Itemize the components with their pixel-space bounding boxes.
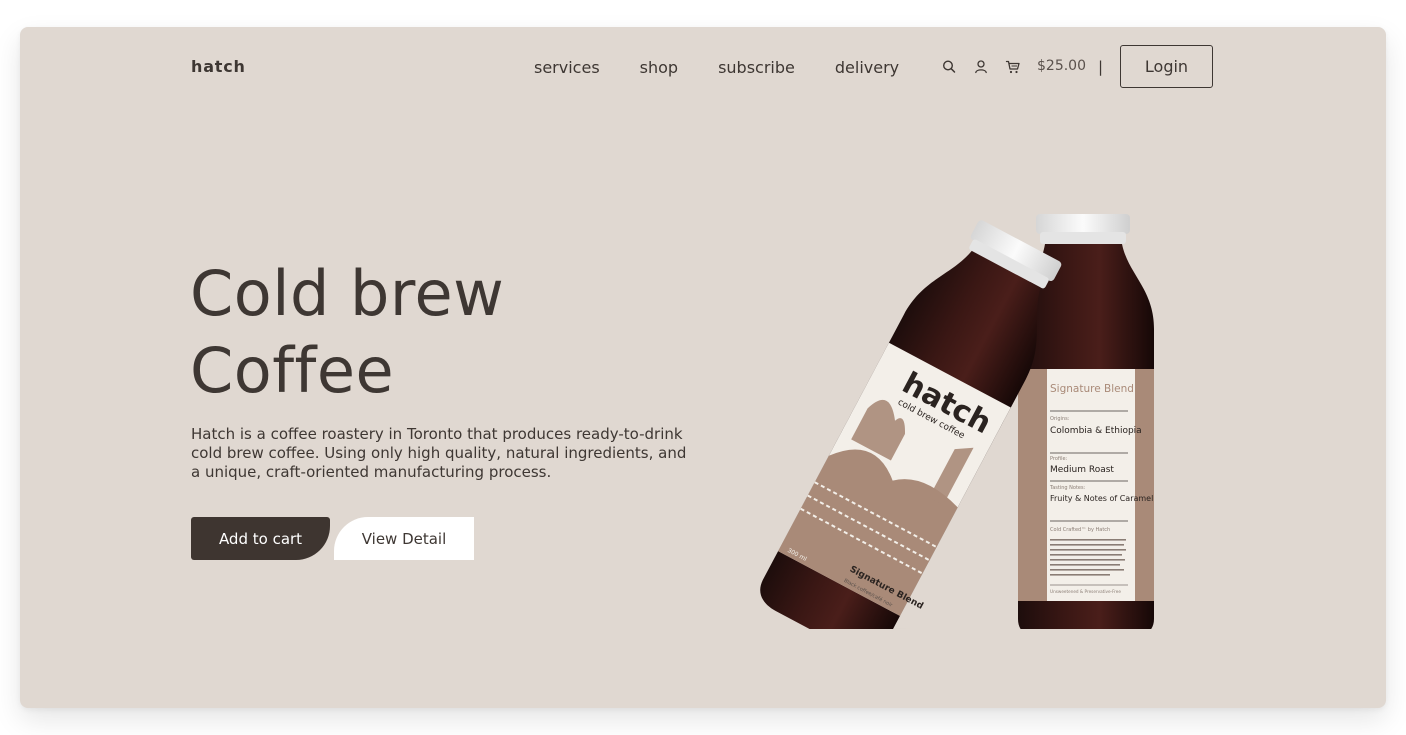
hero-description: Hatch is a coffee roastery in Toronto th… (191, 425, 687, 481)
right-profile-label: Profile: (1050, 456, 1068, 462)
hero-title-line1: Cold brew (190, 257, 505, 330)
right-origins-label: Origins: (1050, 416, 1070, 422)
right-footer-note: Unsweetened & Preservative-Free (1050, 589, 1121, 594)
main-nav: services shop subscribe delivery (534, 58, 899, 77)
right-origins: Colombia & Ethiopia (1050, 426, 1142, 436)
add-to-cart-button[interactable]: Add to cart (191, 517, 330, 560)
brand-logo[interactable]: hatch (191, 57, 246, 76)
header-separator: | (1098, 58, 1104, 76)
view-detail-button[interactable]: View Detail (334, 517, 474, 560)
hero-title: Cold brew Coffee (190, 255, 504, 409)
cart-icon[interactable] (1005, 59, 1021, 75)
product-image: Signature Blend Origins: Colombia & Ethi… (760, 214, 1154, 629)
hero-title-line2: Coffee (190, 334, 395, 407)
right-blend-label: Signature Blend (1050, 383, 1134, 395)
nav-link-delivery[interactable]: delivery (835, 58, 899, 77)
nav-link-subscribe[interactable]: subscribe (718, 58, 795, 77)
hero-card: hatch services shop subscribe delivery $… (20, 27, 1386, 708)
login-button[interactable]: Login (1120, 45, 1213, 88)
right-crafted: Cold Crafted™ by Hatch (1050, 527, 1110, 533)
right-notes-label: Tasting Notes: (1049, 485, 1086, 491)
nav-link-shop[interactable]: shop (640, 58, 678, 77)
right-notes: Fruity & Notes of Caramel (1050, 494, 1153, 503)
search-icon[interactable] (941, 59, 957, 75)
right-profile: Medium Roast (1050, 465, 1114, 475)
nav-link-services[interactable]: services (534, 58, 600, 77)
cart-total: $25.00 (1037, 58, 1086, 74)
user-icon[interactable] (973, 59, 989, 75)
